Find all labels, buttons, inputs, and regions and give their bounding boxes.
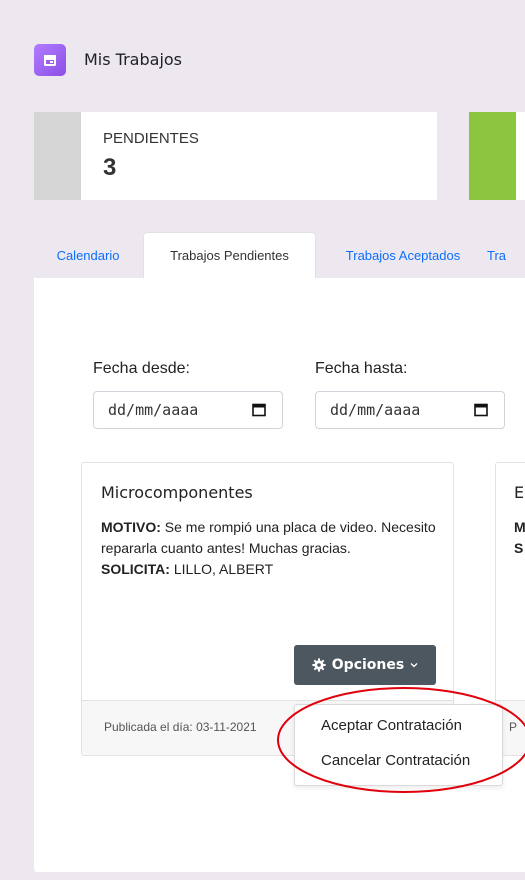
fecha-hasta-label: Fecha hasta: [315,360,408,377]
solicita-label: S [514,540,524,556]
stat-label: PENDIENTES [103,130,199,147]
card-body: MOTIVO: Se me rompió una placa de video.… [101,517,436,580]
stat-card-pendientes: PENDIENTES 3 [34,112,437,200]
date-placeholder: dd/mm/aaaa [330,401,421,419]
calendar-icon [44,55,56,66]
tab-trabajos-aceptados[interactable]: Trabajos Aceptados [327,232,479,278]
card-body: M S [514,517,525,559]
fecha-hasta-input[interactable]: dd/mm/aaaa [315,391,505,429]
published-date: Publicada el día: 03-11-2021 [104,720,257,734]
tab-calendario[interactable]: Calendario [44,232,132,278]
motivo-label: M [514,519,525,535]
chevron-down-icon [410,663,418,668]
opciones-button[interactable]: Opciones [294,645,436,685]
annotation-ellipse [277,687,525,793]
solicita-label: SOLICITA: [101,561,170,577]
motivo-label: MOTIVO: [101,519,161,535]
calendar-picker-icon[interactable] [252,403,266,417]
calendar-picker-icon[interactable] [474,403,488,417]
solicita-text: LILLO, ALBERT [173,561,274,577]
tab-trabajos-pendientes[interactable]: Trabajos Pendientes [143,232,316,278]
page-title: Mis Trabajos [84,50,183,69]
stat-card-2 [469,112,525,200]
card-title: E [514,483,525,502]
date-placeholder: dd/mm/aaaa [108,401,199,419]
fecha-desde-input[interactable]: dd/mm/aaaa [93,391,283,429]
fecha-desde-label: Fecha desde: [93,360,190,377]
page-icon [34,44,66,76]
card-title: Microcomponentes [101,483,253,502]
opciones-label: Opciones [331,657,405,673]
stat-value: 3 [103,154,117,181]
gear-icon [312,658,326,672]
stat-stripe [469,112,516,200]
tab-more[interactable]: Tra [487,232,525,278]
stat-stripe [34,112,81,200]
